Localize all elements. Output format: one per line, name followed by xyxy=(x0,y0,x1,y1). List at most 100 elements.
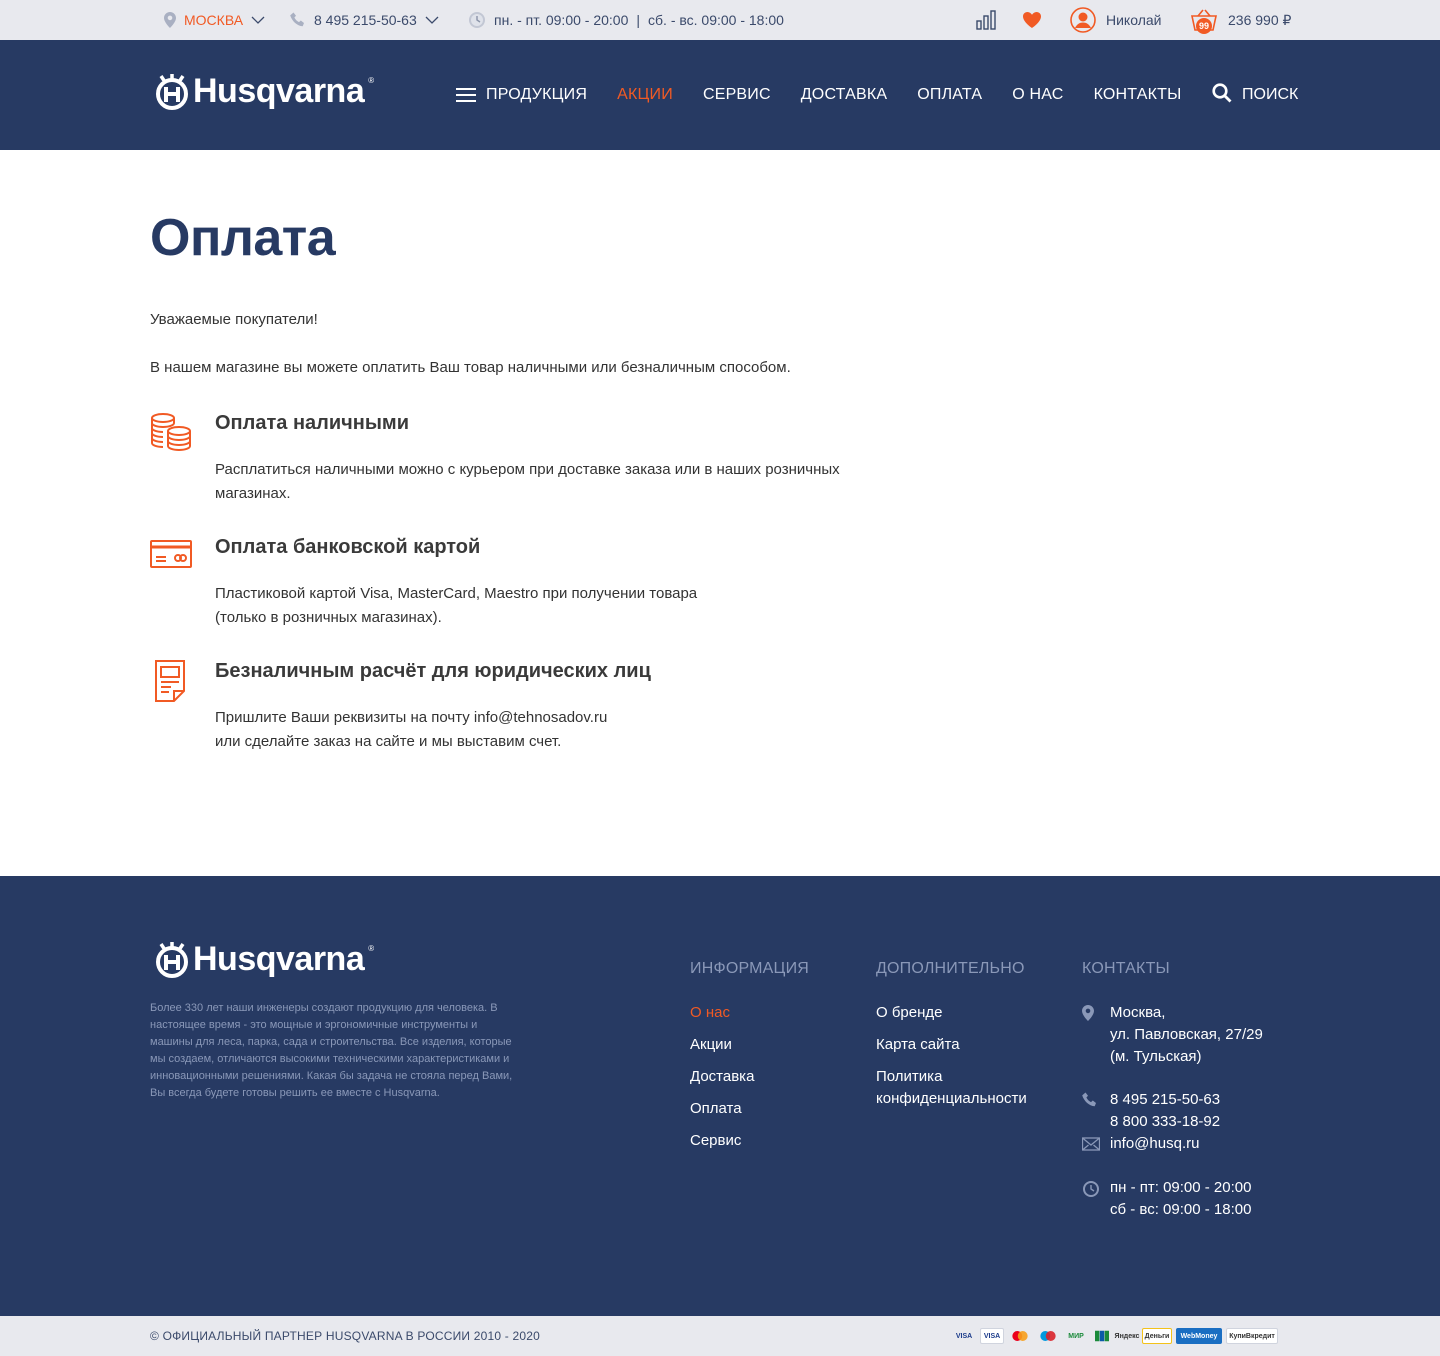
hours-separator: | xyxy=(636,12,641,28)
payment-method-title: Оплата банковской картой xyxy=(215,536,481,558)
address-line: ул. Павловская, 27/29 xyxy=(1110,1026,1263,1043)
logo-wordmark: Husqvarna xyxy=(193,72,365,110)
user-name: Николай xyxy=(1106,12,1162,28)
footer-column-heading: КОНТАКТЫ xyxy=(1082,960,1170,977)
footer-phone-2[interactable]: 8 800 333-18-92 xyxy=(1110,1111,1263,1133)
address-line: Москва, xyxy=(1110,1004,1166,1021)
working-hours: пн. - пт. 09:00 - 20:00 | сб. - вс. 09:0… xyxy=(468,0,784,40)
footer-email-link[interactable]: info@husq.ru xyxy=(1110,1133,1263,1155)
hours-line: пн - пт: 09:00 - 20:00 xyxy=(1110,1179,1252,1196)
city-label: МОСКВА xyxy=(184,12,244,28)
user-account[interactable]: Николай xyxy=(1070,0,1161,40)
yandex-money-logo: Деньги xyxy=(1142,1328,1172,1344)
nav-item-contacts[interactable]: КОНТАКТЫ xyxy=(1094,86,1182,104)
chevron-down-icon xyxy=(425,16,439,24)
footer-link-brand[interactable]: О бренде xyxy=(876,1002,1046,1024)
city-selector[interactable]: МОСКВА xyxy=(164,0,265,40)
kupivkredit-logo: КупиВкредит xyxy=(1226,1328,1278,1344)
nav-item-products[interactable]: ПРОДУКЦИЯ xyxy=(456,86,587,104)
footer-column-information: ИНФОРМАЦИЯ О нас Акции Доставка Оплата С… xyxy=(690,960,809,1162)
description-line: Расплатиться наличными можно с курьером … xyxy=(215,461,840,478)
hours-weekdays: пн. - пт. 09:00 - 20:00 xyxy=(494,12,629,28)
bottom-bar: © ОФИЦИАЛЬНЫЙ ПАРТНЕР HUSQVARNA В РОССИИ… xyxy=(0,1316,1440,1356)
footer-phone-1[interactable]: 8 495 215-50-63 xyxy=(1110,1089,1263,1111)
payment-method-description: Пришлите Ваши реквизиты на почту info@te… xyxy=(215,706,607,754)
payment-method-description: Пластиковой картой Visa, MasterCard, Mae… xyxy=(215,582,697,630)
mir-logo: МИР xyxy=(1068,1332,1084,1340)
location-pin-icon xyxy=(164,12,176,28)
registered-mark: ® xyxy=(368,76,375,85)
search-label: ПОИСК xyxy=(1242,86,1299,103)
chevron-down-icon xyxy=(251,16,265,24)
favorites-button[interactable] xyxy=(1022,0,1042,40)
coins-icon xyxy=(150,412,192,454)
phone-icon xyxy=(290,12,306,28)
maestro-logo xyxy=(1036,1328,1060,1344)
nav-label: ПРОДУКЦИЯ xyxy=(486,86,588,103)
description-line: Пришлите Ваши реквизиты на почту info@te… xyxy=(215,709,608,726)
phone-number: 8 495 215-50-63 xyxy=(314,12,417,28)
description-line: магазинах. xyxy=(215,485,291,502)
nav-item-payment[interactable]: ОПЛАТА xyxy=(917,86,982,104)
compare-icon xyxy=(976,10,996,30)
husqvarna-logo[interactable]: Husqvarna ® xyxy=(155,72,374,111)
main-header: Husqvarna ® ПРОДУКЦИЯ АКЦИИ СЕРВИС ДОСТА… xyxy=(0,40,1440,150)
basket-icon: 99 xyxy=(1190,8,1218,34)
copyright-text: © ОФИЦИАЛЬНЫЙ ПАРТНЕР HUSQVARNA В РОССИИ… xyxy=(150,1329,541,1343)
webmoney-logo: WebMoney xyxy=(1176,1328,1222,1344)
description-line: (только в розничных магазинах). xyxy=(215,609,442,626)
user-avatar-icon xyxy=(1070,7,1096,33)
registered-mark: ® xyxy=(368,944,375,953)
phone-selector[interactable]: 8 495 215-50-63 xyxy=(290,0,439,40)
phone-icon xyxy=(1082,1092,1098,1115)
clock-icon xyxy=(468,11,486,29)
description-line: или сделайте заказ на сайте и мы выстави… xyxy=(215,733,562,750)
unionpay-logo xyxy=(1092,1328,1112,1344)
nav-item-service[interactable]: СЕРВИС xyxy=(703,86,771,104)
greeting-text: Уважаемые покупатели! xyxy=(150,311,318,328)
envelope-icon xyxy=(1081,1136,1101,1158)
footer-about-text: Более 330 лет наши инженеры создают прод… xyxy=(150,1002,513,1099)
husqvarna-crown-icon xyxy=(156,941,188,978)
footer-column-additional: ДОПОЛНИТЕЛЬНО О бренде Карта сайта Полит… xyxy=(876,960,1046,1120)
location-pin-icon xyxy=(1082,1005,1094,1028)
footer-link-promotions[interactable]: Акции xyxy=(690,1034,809,1056)
footer: Husqvarna ® Более 330 лет наши инженеры … xyxy=(0,876,1440,1316)
nav-item-about[interactable]: О НАС xyxy=(1012,86,1063,104)
main-nav: ПРОДУКЦИЯ АКЦИИ СЕРВИС ДОСТАВКА ОПЛАТА О… xyxy=(456,40,1211,150)
hours-line: сб - вс: 09:00 - 18:00 xyxy=(1110,1201,1252,1218)
visa-electron-logo: VISA xyxy=(980,1328,1004,1344)
footer-link-service[interactable]: Сервис xyxy=(690,1130,809,1152)
footer-husqvarna-logo[interactable]: Husqvarna ® xyxy=(155,940,374,979)
payment-method-description: Расплатиться наличными можно с курьером … xyxy=(215,458,840,506)
heart-icon xyxy=(1022,11,1042,29)
payment-method-title: Оплата наличными xyxy=(215,412,410,434)
nav-item-promotions[interactable]: АКЦИИ xyxy=(617,86,673,104)
husqvarna-crown-icon xyxy=(156,73,188,110)
mastercard-logo xyxy=(1008,1328,1032,1344)
visa-logo: VISA xyxy=(955,1332,973,1340)
top-bar: МОСКВА 8 495 215-50-63 пн. - пт. 09:00 -… xyxy=(0,0,1440,40)
payment-logos: VISA VISA МИР Яндекс Деньги WebMoney Куп… xyxy=(952,1328,1278,1344)
description-line: Пластиковой картой Visa, MasterCard, Mae… xyxy=(215,585,698,602)
footer-hours: пн - пт: 09:00 - 20:00 сб - вс: 09:00 - … xyxy=(1082,1177,1263,1221)
footer-column-heading: ИНФОРМАЦИЯ xyxy=(690,960,810,977)
hours-weekend: сб. - вс. 09:00 - 18:00 xyxy=(648,12,784,28)
footer-link-payment[interactable]: Оплата xyxy=(690,1098,809,1120)
footer-column-heading: ДОПОЛНИТЕЛЬНО xyxy=(876,960,1025,977)
search-button[interactable]: ПОИСК xyxy=(1212,40,1298,150)
search-icon xyxy=(1212,82,1232,108)
cart-button[interactable]: 99 236 990 ₽ xyxy=(1190,0,1291,40)
address-line: (м. Тульская) xyxy=(1110,1048,1202,1065)
document-icon xyxy=(150,660,192,702)
footer-link-sitemap[interactable]: Карта сайта xyxy=(876,1034,1046,1056)
nav-item-delivery[interactable]: ДОСТАВКА xyxy=(801,86,887,104)
footer-email: info@husq.ru xyxy=(1081,1133,1263,1158)
footer-link-delivery[interactable]: Доставка xyxy=(690,1066,809,1088)
clock-icon xyxy=(1082,1180,1100,1205)
footer-link-privacy[interactable]: Политика конфиденциальности xyxy=(876,1066,1046,1110)
footer-link-about[interactable]: О нас xyxy=(690,1002,809,1024)
compare-button[interactable] xyxy=(976,0,996,40)
footer-column-contacts: КОНТАКТЫ Москва, ул. Павловская, 27/29 (… xyxy=(1081,960,1263,1221)
cart-count-badge: 99 xyxy=(1196,18,1212,34)
